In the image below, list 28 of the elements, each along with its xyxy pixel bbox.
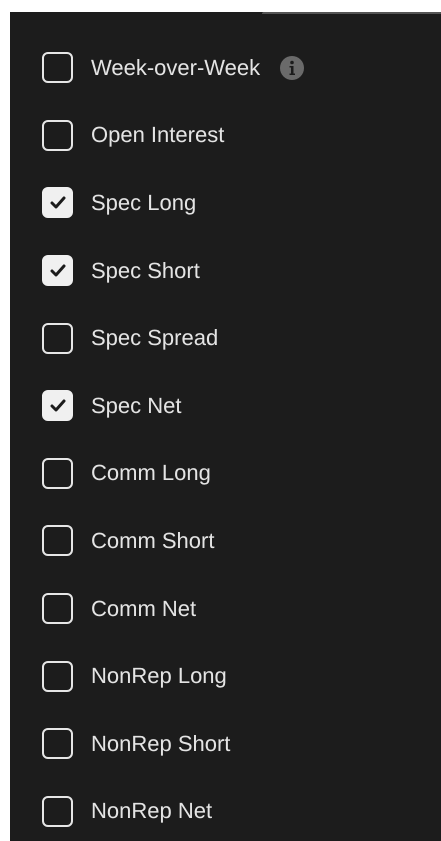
check-icon	[50, 196, 66, 210]
option-label: Week-over-Week	[91, 54, 260, 81]
option-label: Comm Short	[91, 528, 214, 554]
option-label: NonRep Long	[91, 663, 227, 690]
checkbox[interactable]	[42, 390, 73, 422]
option-label: Comm Net	[91, 596, 196, 622]
option-label: Spec Net	[91, 392, 182, 419]
checkbox[interactable]	[42, 728, 73, 760]
checkbox[interactable]	[42, 660, 73, 692]
info-icon[interactable]	[280, 56, 304, 80]
option-label: NonRep Net	[91, 798, 212, 824]
option-label: NonRep Short	[91, 730, 230, 757]
option-label: Spec Short	[91, 258, 200, 284]
checkbox[interactable]	[42, 458, 73, 489]
check-icon	[50, 399, 66, 412]
option-label: Spec Long	[91, 190, 196, 216]
checkbox[interactable]	[42, 255, 73, 286]
option-label: Comm Long	[91, 460, 211, 486]
checkbox[interactable]	[42, 525, 73, 556]
checkbox[interactable]	[42, 796, 73, 827]
checkbox[interactable]	[42, 52, 73, 84]
checkbox[interactable]	[42, 322, 73, 354]
checkbox[interactable]	[42, 593, 73, 624]
check-icon	[50, 264, 66, 278]
option-label: Open Interest	[91, 122, 224, 148]
checkbox[interactable]	[42, 187, 73, 218]
checkbox[interactable]	[42, 120, 73, 151]
option-label: Spec Spread	[91, 325, 218, 352]
